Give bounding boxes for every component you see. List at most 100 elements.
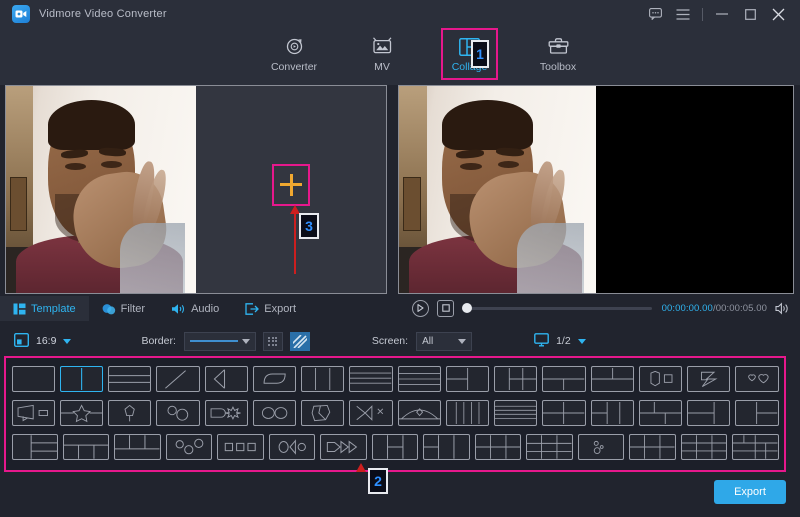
preview-thumbnail [399, 86, 596, 293]
template-two-over-two[interactable] [446, 366, 489, 392]
template-top-wide-split[interactable] [591, 366, 634, 392]
mv-icon [372, 36, 393, 58]
template-arch-top[interactable] [398, 400, 441, 426]
nav-tab-toolbox[interactable]: Toolbox [519, 28, 597, 80]
template-four-horizontal[interactable] [349, 366, 392, 392]
color-grid-icon [268, 337, 277, 346]
toolbox-icon [548, 36, 569, 58]
minimize-icon[interactable] [708, 0, 736, 28]
playback-progress-slider[interactable] [462, 307, 652, 310]
nav-tab-collage[interactable]: Collage [441, 28, 498, 80]
chevron-down-icon[interactable] [578, 339, 586, 344]
hamburger-menu-icon[interactable] [669, 0, 697, 28]
template-five-vertical[interactable] [446, 400, 489, 426]
template-top-wide-quad[interactable] [639, 400, 682, 426]
template-burst-split[interactable] [349, 400, 392, 426]
chevron-down-icon[interactable] [458, 339, 466, 344]
template-six-col[interactable] [423, 434, 469, 460]
template-oval-triangle[interactable] [269, 434, 315, 460]
collage-cell-filled[interactable] [6, 86, 196, 293]
nav-tab-mv[interactable]: MV [343, 28, 421, 80]
feedback-icon[interactable] [641, 0, 669, 28]
template-four-horizontal-lines[interactable] [398, 366, 441, 392]
template-pentagon-center[interactable] [108, 400, 151, 426]
tab-export[interactable]: Export [232, 296, 309, 321]
template-mixed-grid[interactable] [732, 434, 778, 460]
template-hex-square[interactable] [639, 366, 682, 392]
template-banner-small[interactable] [12, 400, 55, 426]
page-indicator-control[interactable]: 1/2 [534, 333, 586, 350]
template-bottom-wide-split[interactable] [542, 366, 585, 392]
tab-filter[interactable]: Filter [89, 296, 158, 321]
template-gallery[interactable] [4, 356, 786, 472]
preview-pane [392, 85, 800, 320]
template-left-wide-quad[interactable] [591, 400, 634, 426]
export-button[interactable]: Export [714, 480, 786, 504]
template-diagonal-split[interactable] [156, 366, 199, 392]
template-quad[interactable] [542, 400, 585, 426]
template-split-tall[interactable] [735, 400, 778, 426]
template-row [9, 430, 781, 464]
current-time: 00:00:00.00 [662, 303, 713, 314]
template-two-hearts[interactable] [735, 366, 778, 392]
divider [702, 8, 703, 21]
border-pattern-icon[interactable] [290, 332, 310, 351]
border-style-select[interactable] [184, 332, 256, 351]
template-three-circles[interactable] [166, 434, 212, 460]
template-six-grid[interactable] [475, 434, 521, 460]
template-three-bottom[interactable] [63, 434, 109, 460]
chevron-down-icon[interactable] [63, 339, 71, 344]
add-media-button[interactable] [272, 164, 310, 206]
template-lightning[interactable] [687, 366, 730, 392]
template-bubbles[interactable] [578, 434, 624, 460]
preview-cell-black [596, 86, 793, 293]
template-quad-grid[interactable] [526, 434, 572, 460]
screen-select[interactable]: All [416, 332, 472, 351]
aspect-ratio-control[interactable]: 16:9 [14, 333, 71, 350]
options-row: 16:9 Border: Screen: All 1/2 [0, 326, 800, 356]
time-display: 00:00:00.00/00:00:05.00 [662, 303, 767, 314]
template-nine-grid[interactable] [681, 434, 727, 460]
play-icon[interactable] [412, 300, 429, 317]
template-two-left-one-right[interactable] [687, 400, 730, 426]
screen-value: All [422, 336, 433, 347]
template-split-center[interactable] [372, 434, 418, 460]
collage-canvas[interactable] [5, 85, 387, 294]
nav-tab-converter[interactable]: Converter [255, 28, 333, 80]
page-indicator-label: 1/2 [556, 335, 571, 347]
template-two-ovals[interactable] [253, 400, 296, 426]
maximize-icon[interactable] [736, 0, 764, 28]
template-single[interactable] [12, 366, 55, 392]
border-color-picker-icon[interactable] [263, 332, 283, 351]
video-thumbnail [6, 86, 196, 293]
template-six-grid-2[interactable] [629, 434, 675, 460]
template-rounded-slant[interactable] [253, 366, 296, 392]
volume-icon[interactable] [775, 302, 790, 315]
tab-template[interactable]: Template [0, 296, 89, 321]
chevron-down-icon[interactable] [242, 339, 250, 344]
annotation-marker-1: 1 [471, 40, 489, 68]
stop-icon[interactable] [437, 300, 454, 317]
template-three-squares[interactable] [217, 434, 263, 460]
template-three-vertical[interactable] [301, 366, 344, 392]
template-five-horizontal[interactable] [494, 400, 537, 426]
template-two-circles[interactable] [156, 400, 199, 426]
editor-tab-strip: Template Filter Audio Export [0, 296, 400, 321]
export-icon [245, 303, 259, 315]
template-arrow-notch[interactable] [205, 366, 248, 392]
tab-audio[interactable]: Audio [158, 296, 232, 321]
template-gear-shape[interactable] [205, 400, 248, 426]
progress-knob[interactable] [462, 303, 472, 313]
collage-cell-empty[interactable] [196, 86, 386, 293]
template-chevron-arrows[interactable] [320, 434, 366, 460]
template-two-horizontal[interactable] [108, 366, 151, 392]
template-top-two-bottom[interactable] [114, 434, 160, 460]
app-logo-icon [12, 5, 30, 23]
close-icon[interactable] [764, 0, 792, 28]
template-puzzle-split[interactable] [301, 400, 344, 426]
template-star-split[interactable] [60, 400, 103, 426]
screen-label: Screen: [372, 335, 408, 347]
template-two-vertical[interactable] [60, 366, 103, 392]
template-left-col-two-right[interactable] [494, 366, 537, 392]
template-left-big-right-stack[interactable] [12, 434, 58, 460]
